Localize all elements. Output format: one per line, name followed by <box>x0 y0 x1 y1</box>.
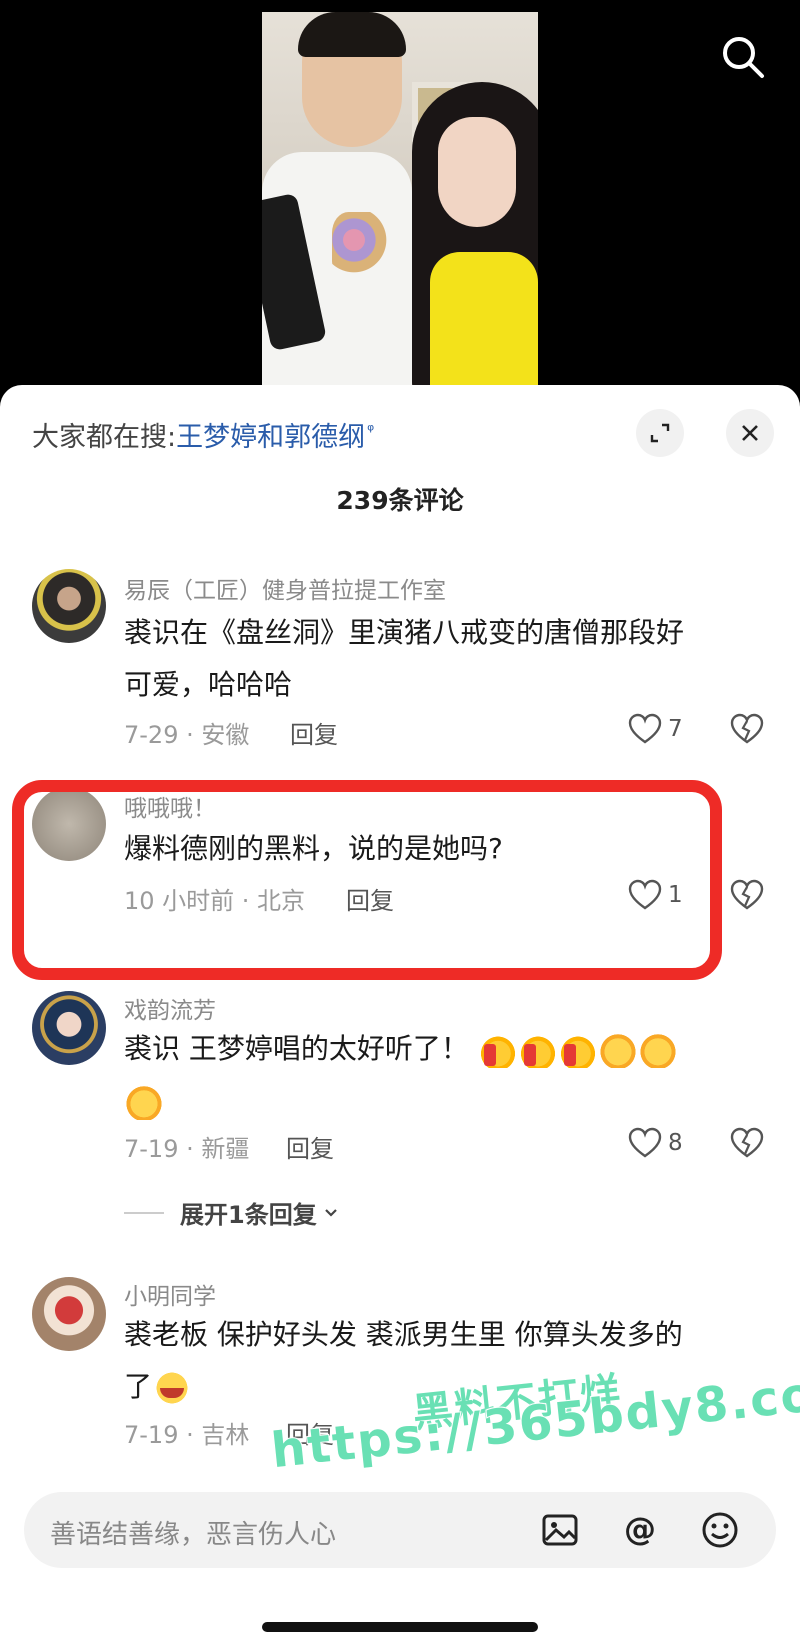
highlight-box <box>12 780 722 980</box>
comment-content: 裘识 王梦婷唱的太好听了！ <box>124 1023 754 1127</box>
reply-button[interactable]: 回复 <box>290 715 338 750</box>
heart-icon <box>628 713 662 744</box>
comment-text-line: 裘识 王梦婷唱的太好听了！ <box>124 1023 754 1075</box>
sheet-header: 大家都在搜:王梦婷和郭德纲 ᵠ <box>0 385 800 465</box>
thumbs-up-icon <box>479 1032 516 1068</box>
close-icon <box>742 425 758 441</box>
emoji-icon[interactable] <box>700 1510 740 1550</box>
reply-button[interactable]: 回复 <box>286 1129 334 1164</box>
image-icon[interactable] <box>540 1510 580 1550</box>
clapping-hands-icon <box>126 1084 162 1120</box>
expand-icon <box>650 423 670 443</box>
home-indicator <box>262 1622 538 1632</box>
svg-text:@: @ <box>624 1510 656 1548</box>
comment-text-line: 裘老板 保护好头发 裘派男生里 你算头发多的 <box>124 1318 683 1351</box>
comment-text: 了 <box>124 1370 153 1403</box>
close-button[interactable] <box>726 409 774 457</box>
video-man-hair <box>298 12 406 57</box>
avatar[interactable] <box>32 569 106 643</box>
heart-icon <box>628 1127 662 1158</box>
search-small-icon: ᵠ <box>367 421 375 441</box>
mention-icon[interactable]: @ <box>620 1510 660 1550</box>
divider-line <box>124 1211 164 1214</box>
video-woman-top <box>430 252 538 386</box>
chevron-down-icon <box>324 1208 337 1217</box>
thumbs-up-icon <box>519 1032 556 1068</box>
comment-text-line <box>124 1075 754 1127</box>
comment-input[interactable]: 善语结善缘，恶言伤人心 <box>50 1514 336 1551</box>
video-frame[interactable] <box>262 12 538 386</box>
avatar[interactable] <box>32 1277 106 1351</box>
comment-input-bar[interactable]: 善语结善缘，恶言伤人心 @ <box>24 1492 776 1568</box>
comment-username[interactable]: 易辰（工匠）健身普拉提工作室 <box>124 571 446 605</box>
comment-count: 239条评论 <box>336 486 464 515</box>
comment-meta: 7-19 · 吉林 <box>124 1421 250 1449</box>
hot-search[interactable]: 大家都在搜:王梦婷和郭德纲 ᵠ <box>32 415 374 454</box>
avatar[interactable] <box>32 991 106 1065</box>
clapping-hands-icon <box>599 1032 636 1068</box>
comment-text: 裘识 王梦婷唱的太好听了！ <box>124 1032 469 1065</box>
hot-search-prefix: 大家都在搜: <box>32 422 177 453</box>
like-count: 7 <box>668 716 683 742</box>
dislike-icon[interactable] <box>730 1127 764 1161</box>
comment-content: 裘识在《盘丝洞》里演猪八戒变的唐僧那段好 可爱，哈哈哈 <box>124 607 754 711</box>
hot-search-term[interactable]: 王梦婷和郭德纲 <box>176 422 365 453</box>
thumbs-up-icon <box>559 1032 596 1068</box>
comment-text-line: 裘识在《盘丝洞》里演猪八戒变的唐僧那段好 <box>124 616 685 649</box>
expand-replies-label: 展开1条回复 <box>180 1201 317 1229</box>
video-player[interactable] <box>0 0 800 386</box>
dislike-icon[interactable] <box>730 713 764 747</box>
comment-username[interactable]: 戏韵流芳 <box>124 991 216 1025</box>
shirt-print <box>332 212 387 282</box>
like-button[interactable]: 8 <box>628 1127 683 1159</box>
like-count: 8 <box>668 1130 683 1156</box>
laughing-face-icon <box>154 1370 191 1406</box>
expand-replies-button[interactable]: 展开1条回复 <box>124 1195 341 1230</box>
comment-meta: 7-29 · 安徽 <box>124 721 250 749</box>
comment-meta: 7-19 · 新疆 <box>124 1135 250 1163</box>
video-woman-face <box>438 117 516 227</box>
comment-username[interactable]: 小明同学 <box>124 1277 216 1311</box>
like-button[interactable]: 7 <box>628 713 683 745</box>
dislike-icon[interactable] <box>730 879 764 913</box>
expand-button[interactable] <box>636 409 684 457</box>
clapping-hands-icon <box>639 1032 676 1068</box>
search-icon[interactable] <box>718 32 768 82</box>
comment-text-line: 可爱，哈哈哈 <box>124 668 293 701</box>
